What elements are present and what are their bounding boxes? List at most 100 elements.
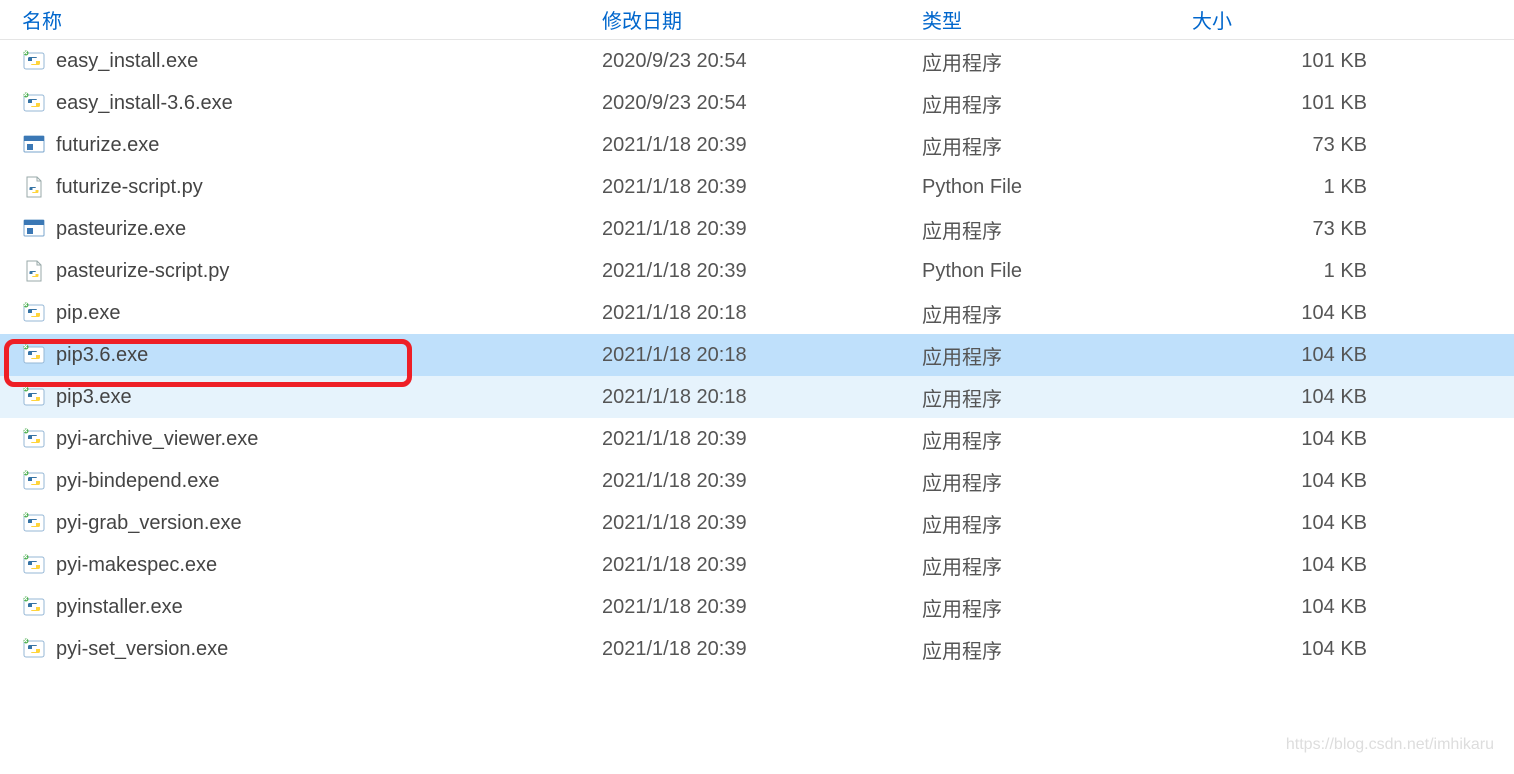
column-header-size[interactable]: 大小 bbox=[1192, 5, 1377, 34]
file-name-label: pyi-makespec.exe bbox=[56, 554, 217, 577]
file-size-cell: 104 KB bbox=[1192, 638, 1377, 661]
py-exe-icon bbox=[22, 91, 46, 115]
file-date-cell: 2021/1/18 20:18 bbox=[602, 386, 922, 409]
column-header-type[interactable]: 类型 bbox=[922, 5, 1192, 34]
file-name-label: pip.exe bbox=[56, 302, 121, 325]
file-type-cell: 应用程序 bbox=[922, 341, 1192, 370]
file-size-cell: 104 KB bbox=[1192, 554, 1377, 577]
file-size-cell: 104 KB bbox=[1192, 596, 1377, 619]
file-size-cell: 104 KB bbox=[1192, 302, 1377, 325]
py-exe-icon bbox=[22, 469, 46, 493]
file-date-cell: 2021/1/18 20:18 bbox=[602, 344, 922, 367]
file-name-cell: pyi-makespec.exe bbox=[22, 553, 602, 577]
file-row[interactable]: pip3.6.exe2021/1/18 20:18应用程序104 KB bbox=[0, 334, 1514, 376]
file-name-cell: futurize-script.py bbox=[22, 175, 602, 199]
file-row[interactable]: easy_install.exe2020/9/23 20:54应用程序101 K… bbox=[0, 40, 1514, 82]
file-name-cell: futurize.exe bbox=[22, 133, 602, 157]
file-type-cell: Python File bbox=[922, 176, 1192, 199]
watermark-text: https://blog.csdn.net/imhikaru bbox=[1286, 736, 1494, 754]
column-header-name[interactable]: 名称 bbox=[22, 5, 602, 34]
file-name-cell: pasteurize.exe bbox=[22, 217, 602, 241]
file-name-label: easy_install.exe bbox=[56, 50, 198, 73]
py-exe-icon bbox=[22, 595, 46, 619]
file-type-cell: 应用程序 bbox=[922, 425, 1192, 454]
py-exe-icon bbox=[22, 343, 46, 367]
file-name-label: pyi-grab_version.exe bbox=[56, 512, 242, 535]
file-name-label: futurize-script.py bbox=[56, 176, 203, 199]
file-date-cell: 2021/1/18 20:39 bbox=[602, 512, 922, 535]
file-size-cell: 104 KB bbox=[1192, 386, 1377, 409]
file-date-cell: 2021/1/18 20:39 bbox=[602, 260, 922, 283]
py-exe-icon bbox=[22, 637, 46, 661]
file-row[interactable]: pyi-set_version.exe2021/1/18 20:39应用程序10… bbox=[0, 628, 1514, 670]
file-row[interactable]: easy_install-3.6.exe 2020/9/23 20:54应用程序1… bbox=[0, 82, 1514, 124]
file-size-cell: 101 KB bbox=[1192, 92, 1377, 115]
file-type-cell: 应用程序 bbox=[922, 467, 1192, 496]
file-row[interactable]: pasteurize-script.py 2021/1/18 20:39Pytho… bbox=[0, 250, 1514, 292]
file-date-cell: 2020/9/23 20:54 bbox=[602, 50, 922, 73]
file-name-cell: pyinstaller.exe bbox=[22, 595, 602, 619]
file-name-cell: pip.exe bbox=[22, 301, 602, 325]
py-exe-icon bbox=[22, 49, 46, 73]
file-size-cell: 1 KB bbox=[1192, 176, 1377, 199]
file-type-cell: 应用程序 bbox=[922, 215, 1192, 244]
file-date-cell: 2020/9/23 20:54 bbox=[602, 92, 922, 115]
file-type-cell: 应用程序 bbox=[922, 131, 1192, 160]
file-date-cell: 2021/1/18 20:18 bbox=[602, 302, 922, 325]
file-row[interactable]: pyinstaller.exe2021/1/18 20:39应用程序104 KB bbox=[0, 586, 1514, 628]
file-type-cell: 应用程序 bbox=[922, 89, 1192, 118]
file-type-cell: 应用程序 bbox=[922, 509, 1192, 538]
column-header-row: 名称 修改日期 类型 大小 bbox=[0, 0, 1514, 40]
file-type-cell: 应用程序 bbox=[922, 551, 1192, 580]
file-row[interactable]: pyi-grab_version.exe 2021/1/18 20:39应用程序1… bbox=[0, 502, 1514, 544]
file-name-label: pyi-bindepend.exe bbox=[56, 470, 219, 493]
file-type-cell: 应用程序 bbox=[922, 47, 1192, 76]
py-file-icon bbox=[22, 259, 46, 283]
file-type-cell: 应用程序 bbox=[922, 635, 1192, 664]
file-date-cell: 2021/1/18 20:39 bbox=[602, 470, 922, 493]
file-name-cell: pyi-bindepend.exe bbox=[22, 469, 602, 493]
column-header-date[interactable]: 修改日期 bbox=[602, 5, 922, 34]
file-size-cell: 104 KB bbox=[1192, 512, 1377, 535]
file-row[interactable]: pyi-bindepend.exe 2021/1/18 20:39应用程序104 … bbox=[0, 460, 1514, 502]
file-name-label: pasteurize.exe bbox=[56, 218, 186, 241]
file-row[interactable]: pip.exe2021/1/18 20:18应用程序104 KB bbox=[0, 292, 1514, 334]
file-size-cell: 1 KB bbox=[1192, 260, 1377, 283]
file-name-cell: easy_install.exe bbox=[22, 49, 602, 73]
file-list: easy_install.exe2020/9/23 20:54应用程序101 K… bbox=[0, 40, 1514, 670]
file-name-label: pyinstaller.exe bbox=[56, 596, 183, 619]
file-type-cell: 应用程序 bbox=[922, 383, 1192, 412]
file-row[interactable]: pyi-archive_viewer.exe 2021/1/18 20:39应用程… bbox=[0, 418, 1514, 460]
file-date-cell: 2021/1/18 20:39 bbox=[602, 638, 922, 661]
file-date-cell: 2021/1/18 20:39 bbox=[602, 176, 922, 199]
file-size-cell: 104 KB bbox=[1192, 344, 1377, 367]
file-date-cell: 2021/1/18 20:39 bbox=[602, 428, 922, 451]
file-name-cell: pasteurize-script.py bbox=[22, 259, 602, 283]
file-name-label: easy_install-3.6.exe bbox=[56, 92, 233, 115]
file-name-label: pyi-archive_viewer.exe bbox=[56, 428, 258, 451]
app-icon bbox=[22, 133, 46, 157]
py-file-icon bbox=[22, 175, 46, 199]
file-name-label: pasteurize-script.py bbox=[56, 260, 229, 283]
py-exe-icon bbox=[22, 385, 46, 409]
file-row[interactable]: futurize.exe2021/1/18 20:39应用程序73 KB bbox=[0, 124, 1514, 166]
file-name-label: futurize.exe bbox=[56, 134, 159, 157]
file-name-cell: pyi-grab_version.exe bbox=[22, 511, 602, 535]
file-date-cell: 2021/1/18 20:39 bbox=[602, 554, 922, 577]
file-row[interactable]: pyi-makespec.exe 2021/1/18 20:39应用程序104 K… bbox=[0, 544, 1514, 586]
file-row[interactable]: futurize-script.py 2021/1/18 20:39Python … bbox=[0, 166, 1514, 208]
file-name-cell: pyi-archive_viewer.exe bbox=[22, 427, 602, 451]
py-exe-icon bbox=[22, 301, 46, 325]
py-exe-icon bbox=[22, 427, 46, 451]
file-type-cell: Python File bbox=[922, 260, 1192, 283]
file-size-cell: 73 KB bbox=[1192, 218, 1377, 241]
file-row[interactable]: pasteurize.exe2021/1/18 20:39应用程序73 KB bbox=[0, 208, 1514, 250]
app-icon bbox=[22, 217, 46, 241]
py-exe-icon bbox=[22, 553, 46, 577]
file-size-cell: 73 KB bbox=[1192, 134, 1377, 157]
file-size-cell: 104 KB bbox=[1192, 470, 1377, 493]
file-name-cell: pip3.exe bbox=[22, 385, 602, 409]
file-name-cell: pip3.6.exe bbox=[22, 343, 602, 367]
file-name-cell: easy_install-3.6.exe bbox=[22, 91, 602, 115]
file-row[interactable]: pip3.exe2021/1/18 20:18应用程序104 KB bbox=[0, 376, 1514, 418]
